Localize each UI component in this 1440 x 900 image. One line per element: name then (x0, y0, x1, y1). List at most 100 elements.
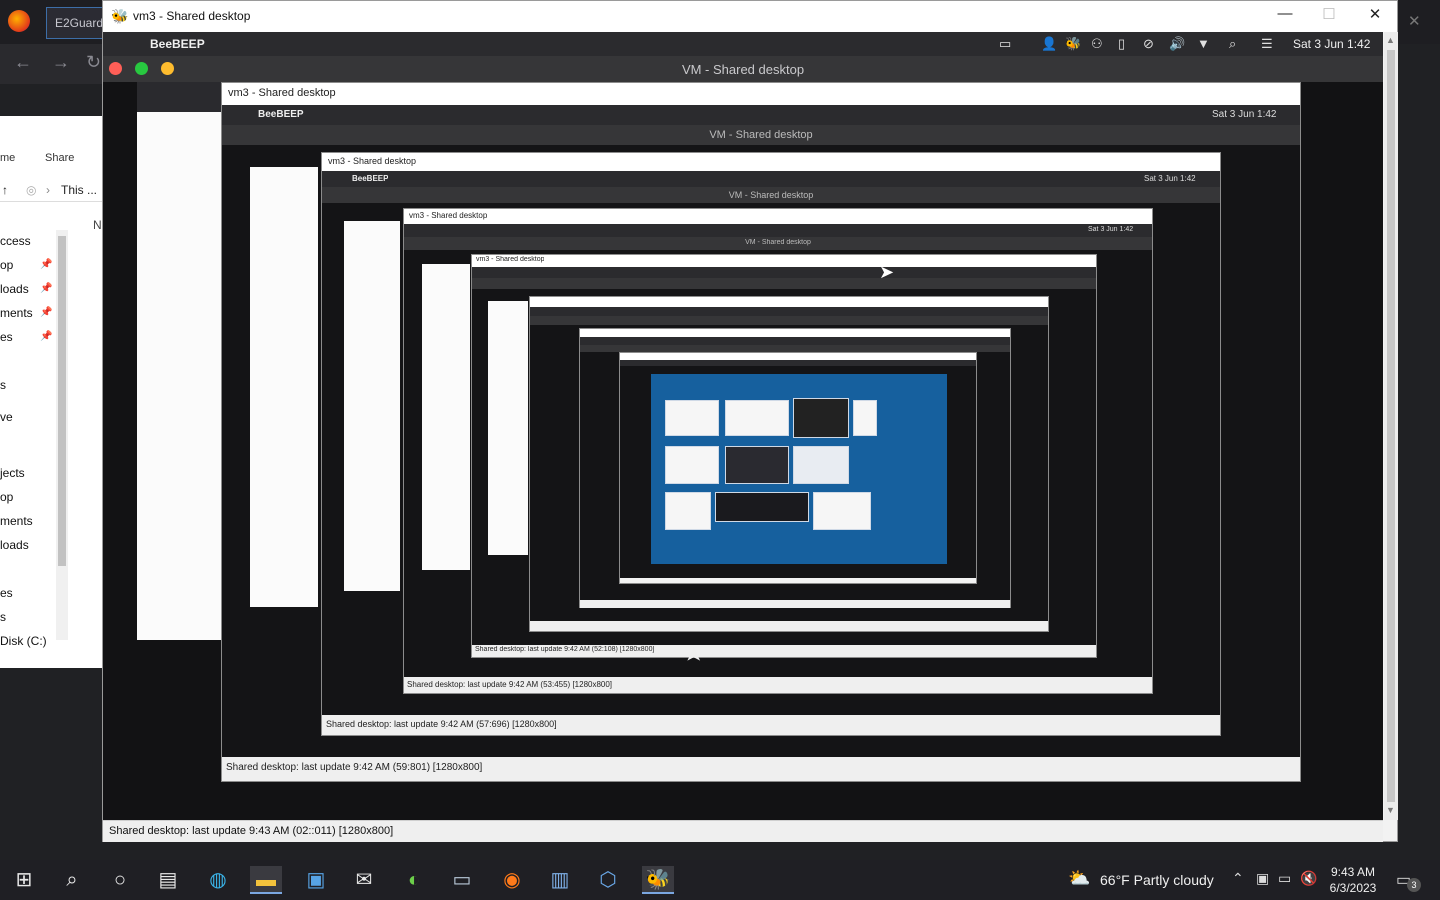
vertical-scrollbar[interactable]: ▲ ▼ (1384, 32, 1398, 820)
nav-item[interactable]: s (0, 610, 6, 624)
nav-item[interactable]: op (0, 490, 13, 504)
start-icon[interactable]: ⊞ (8, 866, 40, 894)
nav-item[interactable]: ccess (0, 234, 31, 248)
address-bar[interactable]: ↑ ◎ › This ... (0, 178, 104, 202)
back-arrow-icon[interactable]: ← (14, 52, 32, 73)
frame-menubar (530, 307, 1048, 316)
nav-item[interactable]: loads (0, 282, 29, 296)
scrollbar-thumb[interactable] (1387, 50, 1395, 802)
vm-window-titlebar[interactable]: VM - Shared desktop (103, 56, 1383, 82)
account-icon[interactable]: ⚇ (1091, 36, 1103, 52)
frame-clock: Sat 3 Jun 1:42 (1088, 226, 1134, 233)
shared-desktop-view[interactable]: BeeBEEP ▭ 👤 🐝 ⚇ ▯ ⊘ 🔊 ▼ ⌕ ☰ Sat 3 Jun 1:… (103, 32, 1383, 820)
nav-item[interactable]: loads (0, 538, 29, 552)
explorer-scrollbar[interactable] (56, 230, 68, 640)
search-icon[interactable]: ⌕ (56, 866, 88, 894)
scroll-down-icon[interactable]: ▼ (1386, 805, 1395, 815)
mail-icon[interactable]: ✉ (348, 866, 380, 894)
notification-center-icon[interactable]: ▭ 3 (1396, 870, 1421, 892)
recursive-screen-capture: vm3 - Shared desktop BeeBEEP Sat 3 Jun 1… (103, 82, 1383, 820)
mute-icon[interactable]: ⊘ (1143, 36, 1154, 52)
beebeep-icon[interactable]: 🐝 (642, 866, 674, 894)
task-view-thumbnail (793, 446, 849, 484)
volume-muted-icon[interactable]: 🔇 (1300, 870, 1317, 887)
nested-windows-desktop (651, 374, 947, 564)
scroll-up-icon[interactable]: ▲ (1386, 35, 1395, 45)
pin-icon: 📌 (40, 283, 53, 294)
browser-tab[interactable]: E2Guardi (46, 7, 106, 39)
nested-explorer-peek (250, 167, 318, 607)
spotlight-search-icon[interactable]: ⌕ (1229, 36, 1236, 52)
beebeep-tray-icon[interactable]: 🐝 (1065, 36, 1081, 52)
pc-icon: ◎ (26, 183, 37, 197)
frame-app-name: BeeBEEP (258, 109, 304, 120)
ribbon-tab-share[interactable]: Share (45, 152, 74, 164)
control-center-icon[interactable]: ☰ (1261, 36, 1273, 52)
virtualbox-icon[interactable]: ⬡ (592, 866, 624, 894)
close-icon[interactable]: ✕ (1408, 12, 1421, 30)
nav-item[interactable]: Disk (C:) (0, 634, 47, 648)
close-button[interactable]: ✕ (1353, 5, 1397, 27)
forward-arrow-icon[interactable]: → (52, 52, 70, 73)
nav-item[interactable]: ments (0, 514, 33, 528)
minimize-button[interactable]: — (1263, 5, 1307, 27)
task-view-thumbnail (725, 400, 789, 436)
taskbar-clock[interactable]: 9:43 AM 6/3/2023 (1320, 864, 1386, 896)
frame-status-text: Shared desktop: last update 9:42 AM (53:… (407, 680, 613, 689)
nested-explorer-peek (344, 221, 400, 591)
frame-vm-title: VM - Shared desktop (709, 129, 813, 141)
shared-desktop-window: 🐝 vm3 - Shared desktop — ☐ ✕ BeeBEEP ▭ 👤… (102, 0, 1398, 842)
window-titlebar[interactable]: 🐝 vm3 - Shared desktop — ☐ ✕ (103, 1, 1397, 32)
nav-item[interactable]: jects (0, 466, 25, 480)
macos-menubar: BeeBEEP ▭ 👤 🐝 ⚇ ▯ ⊘ 🔊 ▼ ⌕ ☰ Sat 3 Jun 1:… (103, 32, 1383, 56)
meet-now-icon[interactable]: ▣ (1256, 870, 1269, 887)
edge-icon[interactable]: ◍ (202, 866, 234, 894)
ribbon-tab-home[interactable]: me (0, 152, 15, 164)
firefox-icon[interactable]: ◉ (496, 866, 528, 894)
nav-item[interactable]: es (0, 330, 13, 344)
frame-status-bar: Shared desktop: last update 9:42 AM (59:… (222, 757, 1300, 781)
maximize-button[interactable]: ☐ (1307, 5, 1351, 27)
network-icon[interactable]: ▭ (1278, 870, 1291, 887)
weather-condition: Partly cloudy (1133, 872, 1214, 888)
pin-icon: 📌 (40, 259, 53, 270)
network-app-icon[interactable]: ◐ (398, 866, 430, 894)
menubar-app-name[interactable]: BeeBEEP (150, 37, 205, 51)
task-view-icon[interactable]: ▤ (152, 866, 184, 894)
frame-menubar (472, 267, 1096, 278)
nav-item[interactable]: es (0, 586, 13, 600)
explorer-ribbon-tabs: me Share (0, 150, 104, 170)
frame-menubar: BeeBEEP Sat 3 Jun 1:42 (222, 105, 1300, 125)
chevron-up-icon[interactable]: ⌃ (1232, 870, 1244, 887)
remote-desktop-icon[interactable]: ▥ (544, 866, 576, 894)
store-icon[interactable]: ▣ (300, 866, 332, 894)
dropdown-icon[interactable]: ▼ (1197, 36, 1210, 51)
reload-icon[interactable]: ↻ (86, 52, 101, 73)
frame-status-text: Shared desktop: last update 9:42 AM (52:… (475, 646, 655, 653)
frame-titlebar (580, 329, 1010, 337)
volume-icon[interactable]: 🔊 (1169, 36, 1185, 52)
task-view-thumbnail (665, 400, 719, 436)
frame-status-bar: Shared desktop: last update 9:42 AM (57:… (322, 715, 1220, 735)
battery-icon[interactable]: ▭ (999, 36, 1011, 52)
frame-status-text: Shared desktop: last update 9:42 AM (59:… (226, 762, 483, 773)
frame-status-text: Shared desktop: last update 9:42 AM (57:… (326, 719, 557, 729)
frame-vm-title: VM - Shared desktop (728, 190, 814, 200)
up-arrow-icon[interactable]: ↑ (2, 183, 8, 197)
nav-item[interactable]: s (0, 378, 6, 392)
nav-item[interactable]: ve (0, 410, 13, 424)
notification-badge: 3 (1407, 878, 1421, 892)
nav-item[interactable]: ments (0, 306, 33, 320)
mouse-cursor-icon: ➤ (879, 262, 895, 282)
menubar-clock[interactable]: Sat 3 Jun 1:42 (1293, 37, 1370, 51)
user-icon[interactable]: 👤 (1041, 36, 1057, 52)
file-explorer-icon[interactable]: ▬ (250, 866, 282, 894)
vm-app-icon[interactable]: ▭ (446, 866, 478, 894)
cortana-icon[interactable]: ○ (104, 866, 136, 894)
nav-item[interactable]: op (0, 258, 13, 272)
frame-vm-titlebar: VM - Shared desktop (404, 237, 1152, 250)
frame-vm-title: VM - Shared desktop (745, 239, 811, 246)
nested-explorer-peek (422, 264, 470, 570)
clipboard-icon[interactable]: ▯ (1118, 36, 1125, 52)
frame-vm-titlebar (530, 316, 1048, 325)
